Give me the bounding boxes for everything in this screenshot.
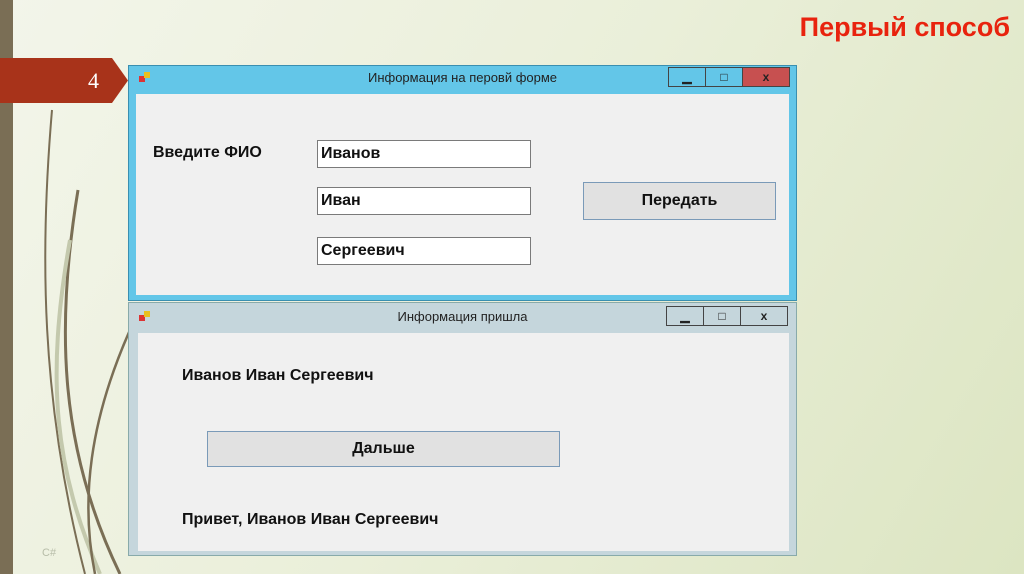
form2-client: Иванов Иван Сергеевич Дальше Привет, Ива… — [138, 333, 789, 551]
form1-title: Информация на перовй форме — [367, 70, 558, 85]
send-button[interactable]: Передать — [583, 182, 776, 220]
slide-number: 4 — [88, 68, 99, 93]
patronymic-input[interactable]: Сергеевич — [317, 237, 531, 265]
slide-title: Первый способ — [799, 12, 1010, 42]
slide-number-tab: 4 — [0, 58, 128, 103]
maximize-button[interactable]: □ — [706, 68, 743, 86]
minimize-button[interactable]: ▁ — [669, 68, 706, 86]
form1-window: Информация на перовй форме ▁ □ x Введите… — [128, 65, 797, 301]
next-button[interactable]: Дальше — [207, 431, 560, 467]
form2-titlebar[interactable]: Информация пришла ▁ □ x — [129, 305, 796, 329]
minimize-button[interactable]: ▁ — [667, 307, 704, 325]
form1-client: Введите ФИО Иванов Иван Сергеевич Переда… — [136, 94, 789, 295]
app-icon — [139, 311, 151, 323]
close-button[interactable]: x — [741, 307, 787, 325]
slide-footer: C# — [42, 547, 57, 559]
form2-title: Информация пришла — [397, 309, 528, 324]
last-name-input[interactable]: Иванов — [317, 140, 531, 168]
close-button[interactable]: x — [743, 68, 789, 86]
maximize-button[interactable]: □ — [704, 307, 741, 325]
full-name-label: Иванов Иван Сергеевич — [182, 367, 374, 384]
fio-label: Введите ФИО — [153, 144, 262, 161]
form1-titlebar[interactable]: Информация на перовй форме ▁ □ x — [129, 66, 796, 90]
app-icon — [139, 72, 151, 84]
greeting-label: Привет, Иванов Иван Сергеевич — [182, 511, 439, 528]
form2-window: Информация пришла ▁ □ x Иванов Иван Серг… — [128, 302, 797, 556]
first-name-input[interactable]: Иван — [317, 187, 531, 215]
